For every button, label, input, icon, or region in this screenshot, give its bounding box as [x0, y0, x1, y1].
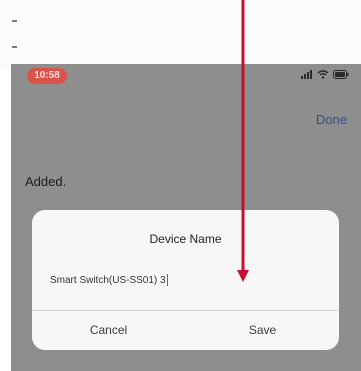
added-label: Added.: [25, 174, 67, 189]
wifi-icon: [317, 70, 333, 82]
status-bar: 10:58: [11, 64, 361, 88]
device-name-input[interactable]: Smart Switch(US-SS01) 3: [50, 270, 320, 292]
battery-icon: [333, 70, 349, 82]
dialog-title: Device Name: [149, 232, 222, 246]
dash-mark: [12, 46, 17, 48]
save-button[interactable]: Save: [186, 311, 339, 350]
screenshot-page: 10:58 Done Added. Device Name Smart Swit…: [0, 0, 361, 371]
status-time: 10:58: [27, 68, 67, 84]
signal-icon: [301, 70, 317, 82]
phone-screen: 10:58 Done Added. Device Name Smart Swit…: [11, 64, 361, 371]
instruction-strip: [0, 0, 361, 70]
text-caret: [166, 274, 168, 287]
done-button[interactable]: Done: [316, 112, 347, 127]
device-name-dialog: Device Name Smart Switch(US-SS01) 3 Canc…: [32, 210, 339, 350]
dash-mark: [12, 20, 17, 22]
device-name-value: Smart Switch(US-SS01) 3: [50, 275, 166, 286]
cancel-button[interactable]: Cancel: [32, 311, 185, 350]
status-icons: [301, 70, 349, 82]
